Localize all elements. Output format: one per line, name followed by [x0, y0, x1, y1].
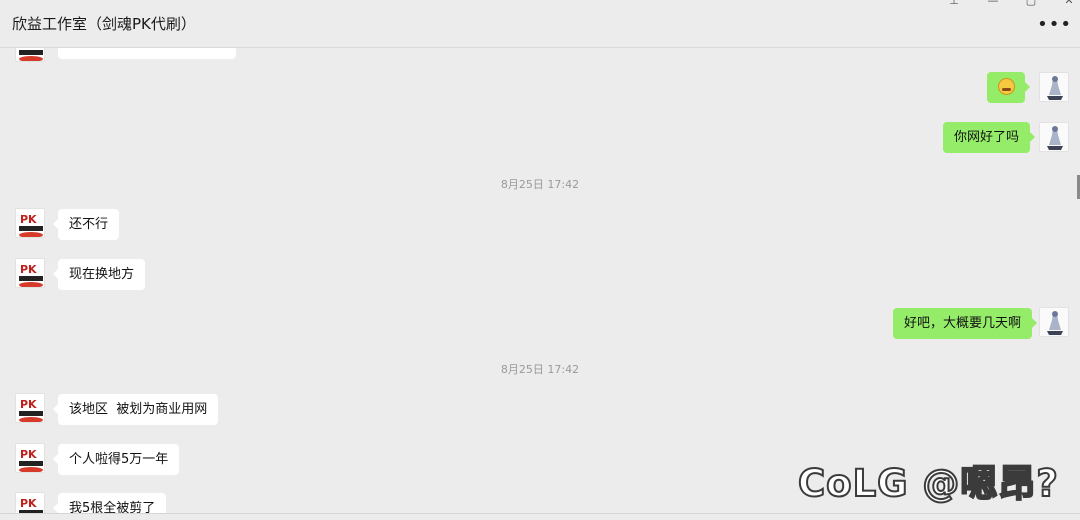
chat-window: 欣益工作室（剑魂PK代刷） ⊥ — ▢ ✕ ••• PK 你网好了吗 8月25日…: [0, 0, 1080, 520]
contact-avatar[interactable]: PK: [15, 48, 45, 62]
pin-icon[interactable]: ⊥: [947, 0, 961, 8]
message-bubble[interactable]: 我5根全被剪了: [52, 493, 167, 514]
svg-text:PK: PK: [20, 497, 37, 510]
timestamp: 8月25日 17:42: [500, 363, 580, 376]
message-bubble[interactable]: 现在换地方: [52, 259, 146, 290]
message-bubble[interactable]: 该地区 被划为商业用网: [52, 394, 219, 425]
title-bar: 欣益工作室（剑魂PK代刷） ⊥ — ▢ ✕ •••: [0, 0, 1080, 48]
contact-avatar[interactable]: PK: [15, 393, 45, 423]
message-bubble[interactable]: [987, 72, 1030, 103]
message-bubble-partial[interactable]: [58, 48, 236, 59]
svg-text:PK: PK: [20, 48, 37, 50]
self-avatar[interactable]: [1039, 307, 1069, 337]
contact-avatar[interactable]: PK: [15, 443, 45, 473]
contact-avatar[interactable]: PK: [15, 492, 45, 514]
message-bubble[interactable]: 好吧，大概要几天啊: [893, 308, 1038, 339]
svg-text:PK: PK: [20, 398, 37, 411]
more-options-icon[interactable]: •••: [1037, 16, 1072, 34]
svg-text:PK: PK: [20, 213, 37, 226]
self-avatar[interactable]: [1039, 122, 1069, 152]
contact-avatar[interactable]: PK: [15, 208, 45, 238]
chat-title: 欣益工作室（剑魂PK代刷）: [12, 15, 196, 33]
svg-text:PK: PK: [20, 448, 37, 461]
input-divider: [0, 513, 1080, 514]
grimace-emoji-icon: [997, 77, 1015, 95]
watermark: CoLG @嗯昂?: [797, 461, 1059, 506]
minimize-icon[interactable]: —: [986, 0, 1000, 8]
timestamp: 8月25日 17:42: [500, 178, 580, 191]
message-bubble[interactable]: 还不行: [52, 209, 120, 240]
close-icon[interactable]: ✕: [1062, 0, 1076, 8]
message-bubble[interactable]: 个人啦得5万一年: [52, 444, 180, 475]
message-list[interactable]: PK 你网好了吗 8月25日 17:42 PK 还不行 PK 现在换地方: [0, 48, 1080, 514]
self-avatar[interactable]: [1039, 72, 1069, 102]
contact-avatar[interactable]: PK: [15, 258, 45, 288]
maximize-icon[interactable]: ▢: [1024, 0, 1038, 8]
message-bubble[interactable]: 你网好了吗: [943, 122, 1036, 153]
svg-text:PK: PK: [20, 263, 37, 276]
